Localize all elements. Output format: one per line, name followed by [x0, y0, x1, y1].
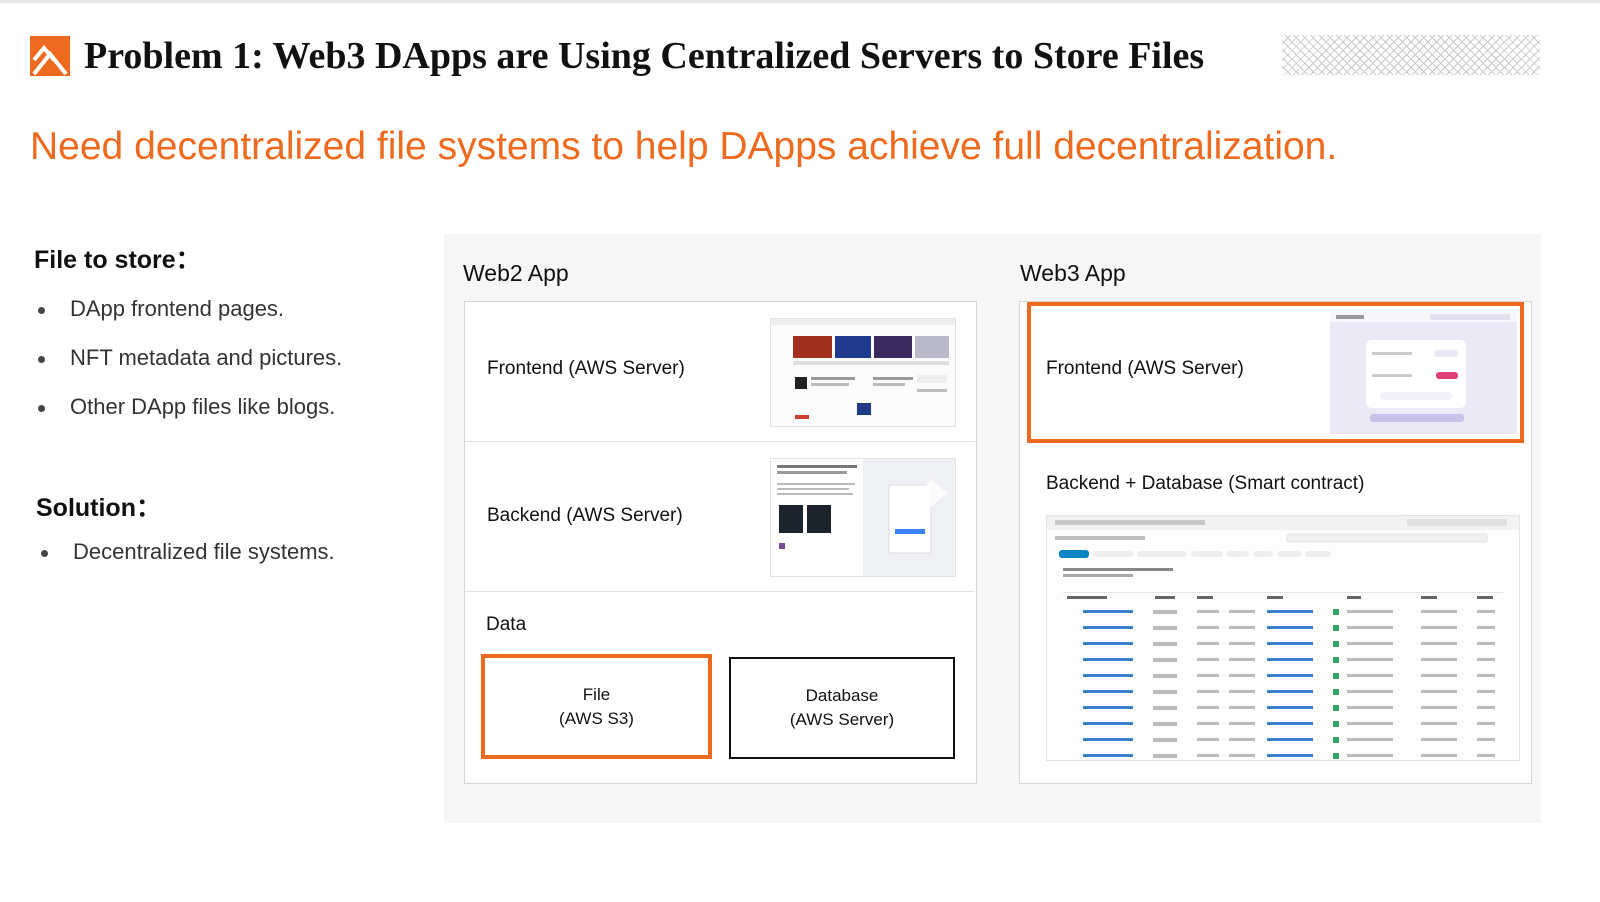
chevron-logo-icon: [30, 36, 70, 76]
web2-backend-screenshot: [770, 458, 956, 577]
web2-frontend-screenshot: [770, 318, 956, 427]
file-item: Other DApp files like blogs.: [37, 392, 335, 422]
web2-divider: [465, 591, 975, 592]
web2-frontend-label: Frontend (AWS Server): [487, 358, 685, 379]
database-box: Database (AWS Server): [729, 657, 955, 759]
web3-backend-screenshot: [1046, 515, 1520, 761]
web2-divider: [465, 441, 975, 442]
page-title: Problem 1: Web3 DApps are Using Centrali…: [84, 35, 1205, 77]
file-box: File (AWS S3): [489, 662, 704, 751]
file-item: DApp frontend pages.: [37, 294, 284, 324]
page-subtitle: Need decentralized file systems to help …: [30, 125, 1338, 168]
top-rule: [0, 0, 1600, 3]
file-item: NFT metadata and pictures.: [37, 343, 342, 373]
hatch-decoration: [1282, 35, 1540, 75]
web3-frontend-label: Frontend (AWS Server): [1046, 358, 1244, 379]
web2-backend-label: Backend (AWS Server): [487, 505, 683, 526]
file-heading: File to store：: [34, 246, 201, 274]
web3-frontend-screenshot: [1330, 312, 1517, 434]
web2-title: Web2 App: [463, 260, 569, 286]
web3-backend-label: Backend + Database (Smart contract): [1046, 473, 1365, 494]
web2-data-label: Data: [486, 614, 527, 635]
database-box-label: Database (AWS Server): [789, 686, 895, 729]
solution-heading: Solution：: [36, 494, 161, 522]
file-box-label: File (AWS S3): [559, 684, 634, 728]
web3-title: Web3 App: [1020, 260, 1126, 286]
solution-item: Decentralized file systems.: [41, 537, 335, 567]
